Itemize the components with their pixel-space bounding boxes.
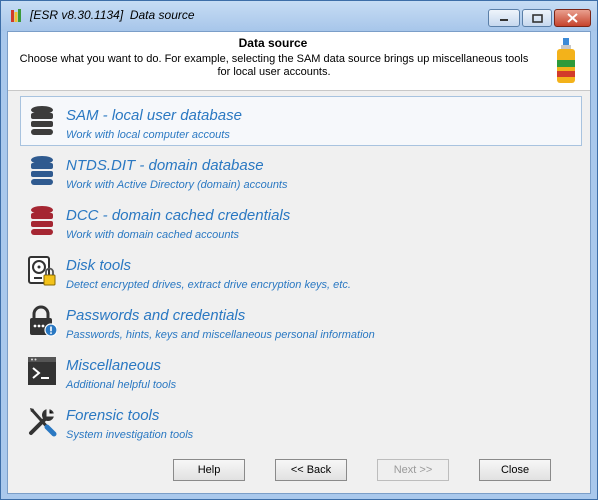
app-icon [11,9,21,22]
list-item-title: SAM - local user database [66,107,242,124]
minimize-icon [500,19,508,21]
dialog-window: [ESR v8.30.1134] Data source Data source… [0,0,598,500]
back-button[interactable]: << Back [275,459,347,481]
list-item-ntds[interactable]: NTDS.DIT - domain database Work with Act… [20,146,582,196]
next-button[interactable]: Next >> [377,459,449,481]
window-title: [ESR v8.30.1134] Data source [30,8,195,22]
list-item-subtitle: System investigation tools [66,429,194,441]
close-window-button[interactable] [554,9,591,27]
title-bar[interactable]: [ESR v8.30.1134] Data source [1,1,597,31]
maximize-icon [531,13,543,23]
list-item-subtitle: Work with local computer accouts [66,129,230,141]
list-item-sam[interactable]: SAM - local user database Work with loca… [20,96,582,146]
minimize-button[interactable] [488,9,520,27]
database-gray-icon [31,106,53,135]
list-item-subtitle: Detect encrypted drives, extract drive e… [66,279,351,291]
list-item-title: Forensic tools [66,407,160,424]
list-item-passwords[interactable]: Passwords and credentials Passwords, hin… [20,296,582,346]
data-source-list: SAM - local user database Work with loca… [20,96,582,446]
header-description: Choose what you want to do. For example,… [19,53,529,78]
list-item-forensic-tools[interactable]: Forensic tools System investigation tool… [20,396,582,446]
database-blue-icon [31,156,53,185]
maximize-button[interactable] [522,9,552,27]
password-lock-icon [30,305,57,337]
list-item-subtitle: Additional helpful tools [66,379,177,391]
wrench-screwdriver-icon [29,408,57,437]
list-item-disk-tools[interactable]: Disk tools Detect encrypted drives, extr… [20,246,582,296]
list-item-title: NTDS.DIT - domain database [66,157,264,174]
list-item-title: Disk tools [66,257,132,274]
dialog-client-area: Data source Choose what you want to do. … [7,31,591,494]
list-item-title: DCC - domain cached credentials [66,207,291,224]
list-item-miscellaneous[interactable]: Miscellaneous Additional helpful tools [20,346,582,396]
help-button[interactable]: Help [173,459,245,481]
list-item-subtitle: Work with Active Directory (domain) acco… [66,179,288,191]
hard-disk-lock-icon [28,256,56,286]
list-item-subtitle: Work with domain cached accounts [66,229,240,241]
list-item-dcc[interactable]: DCC - domain cached credentials Work wit… [20,196,582,246]
close-button[interactable]: Close [479,459,551,481]
wizard-tools-icon [557,38,575,83]
terminal-icon [28,357,56,385]
header-panel: Data source Choose what you want to do. … [8,32,590,91]
list-item-title: Passwords and credentials [66,307,246,324]
database-red-icon [31,206,53,235]
list-item-title: Miscellaneous [66,357,162,374]
header-title: Data source [238,36,308,50]
close-icon [567,13,578,23]
list-item-subtitle: Passwords, hints, keys and miscellaneous… [66,329,375,341]
